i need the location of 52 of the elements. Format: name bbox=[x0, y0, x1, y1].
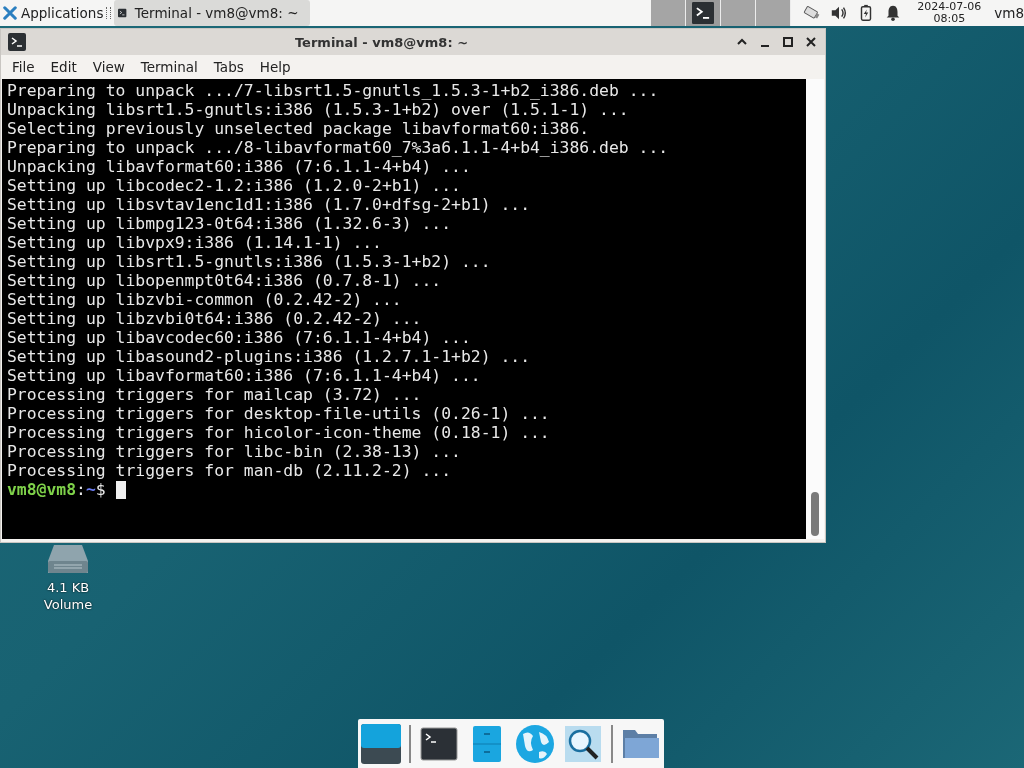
window-title: Terminal - vm8@vm8: ~ bbox=[293, 34, 470, 50]
menu-item[interactable]: Edit bbox=[42, 59, 85, 75]
terminal-line: Setting up libmpg123-0t64:i386 (1.32.6-3) ... bbox=[7, 214, 453, 233]
menu-item[interactable]: File bbox=[4, 59, 43, 75]
close-icon[interactable] bbox=[805, 36, 817, 48]
workspace-button[interactable] bbox=[686, 0, 722, 26]
user-menu[interactable]: vm8 bbox=[994, 5, 1024, 21]
scrollbar-thumb[interactable] bbox=[811, 492, 819, 536]
applications-menu[interactable]: Applications bbox=[0, 0, 106, 26]
terminal-line: Setting up libopenmpt0t64:i386 (0.7.8-1) ... bbox=[7, 271, 443, 290]
drive-icon[interactable] bbox=[46, 543, 90, 575]
globe-icon[interactable] bbox=[515, 723, 555, 764]
terminal-line: Setting up libvpx9:i386 (1.14.1-1) ... bbox=[7, 233, 383, 252]
prompt-symbol: $ bbox=[95, 480, 106, 499]
prompt-path: ~ bbox=[85, 480, 96, 499]
menu-item[interactable]: Tabs bbox=[205, 59, 252, 75]
terminal-line: Setting up libavformat60:i386 (7:6.1.1-4+b4) ... bbox=[7, 366, 482, 385]
desktop-icon-label[interactable]: 4.1 KB Volume bbox=[38, 579, 98, 613]
terminal-line: Processing triggers for libc-bin (2.38-13) ... bbox=[7, 442, 462, 461]
menu-item[interactable]: Help bbox=[251, 59, 299, 75]
terminal-line: Preparing to unpack .../7-libsrt1.5-gnutls_1.5.3-1+b2_i386.deb ... bbox=[7, 81, 660, 100]
terminal-line: Setting up libavcodec60:i386 (7:6.1.1-4+b4) ... bbox=[7, 328, 472, 347]
text-cursor bbox=[115, 480, 126, 499]
show-desktop-icon[interactable] bbox=[361, 723, 401, 764]
terminal-line: Setting up libzvbi-common (0.2.42-2) ... bbox=[7, 290, 403, 309]
usb-drive-icon[interactable] bbox=[803, 4, 822, 22]
terminal-line: Processing triggers for mailcap (3.72) ... bbox=[7, 385, 423, 404]
panel-handle-icon bbox=[106, 7, 112, 19]
mouse-logo-icon bbox=[3, 6, 17, 20]
terminal-line: Setting up libzvbi0t64:i386 (0.2.42-2) ... bbox=[7, 309, 423, 328]
terminal-line: Setting up libsvtav1enc1d1:i386 (1.7.0+dfsg-2+b1) ... bbox=[7, 195, 531, 214]
search-icon[interactable] bbox=[563, 723, 603, 764]
menu-item[interactable]: View bbox=[84, 59, 133, 75]
terminal-line: Setting up libsrt1.5-gnutls:i386 (1.5.3-1+b2) ... bbox=[7, 252, 492, 271]
terminal-line: Selecting previously unselected package libavformat60:i386. bbox=[7, 119, 591, 138]
taskbar-button[interactable]: Terminal - vm8@vm8: ~ bbox=[114, 0, 311, 26]
terminal-line: Setting up libcodec2-1.2:i386 (1.2.0-2+b1) ... bbox=[7, 176, 462, 195]
terminal-line: Processing triggers for desktop-file-utils (0.26-1) ... bbox=[7, 404, 551, 423]
terminal-icon bbox=[7, 33, 27, 51]
terminal-line: Preparing to unpack .../8-libavformat60_7%3a6.1.1-4+b4_i386.deb ... bbox=[7, 138, 670, 157]
menu-item[interactable]: Terminal bbox=[132, 59, 206, 75]
terminal-line: Setting up libasound2-plugins:i386 (1.2.7.1-1+b2) ... bbox=[7, 347, 531, 366]
volume-icon[interactable] bbox=[830, 4, 849, 22]
terminal-line: Unpacking libavformat60:i386 (7:6.1.1-4+b4) ... bbox=[7, 157, 472, 176]
prompt-user: vm8@vm8 bbox=[7, 480, 77, 499]
clock[interactable]: 2024-07-06 08:05 bbox=[917, 1, 982, 25]
terminal-icon bbox=[690, 2, 717, 24]
prompt-separator: : bbox=[76, 480, 86, 499]
terminal-line: Processing triggers for hicolor-icon-theme (0.18-1) ... bbox=[7, 423, 551, 442]
terminal-line: Processing triggers for man-db (2.11.2-2) ... bbox=[7, 461, 453, 480]
maximize-icon[interactable] bbox=[782, 36, 794, 48]
terminal-line: Unpacking libsrt1.5-gnutls:i386 (1.5.3-1+b2) over (1.5.1-1) ... bbox=[7, 100, 630, 119]
